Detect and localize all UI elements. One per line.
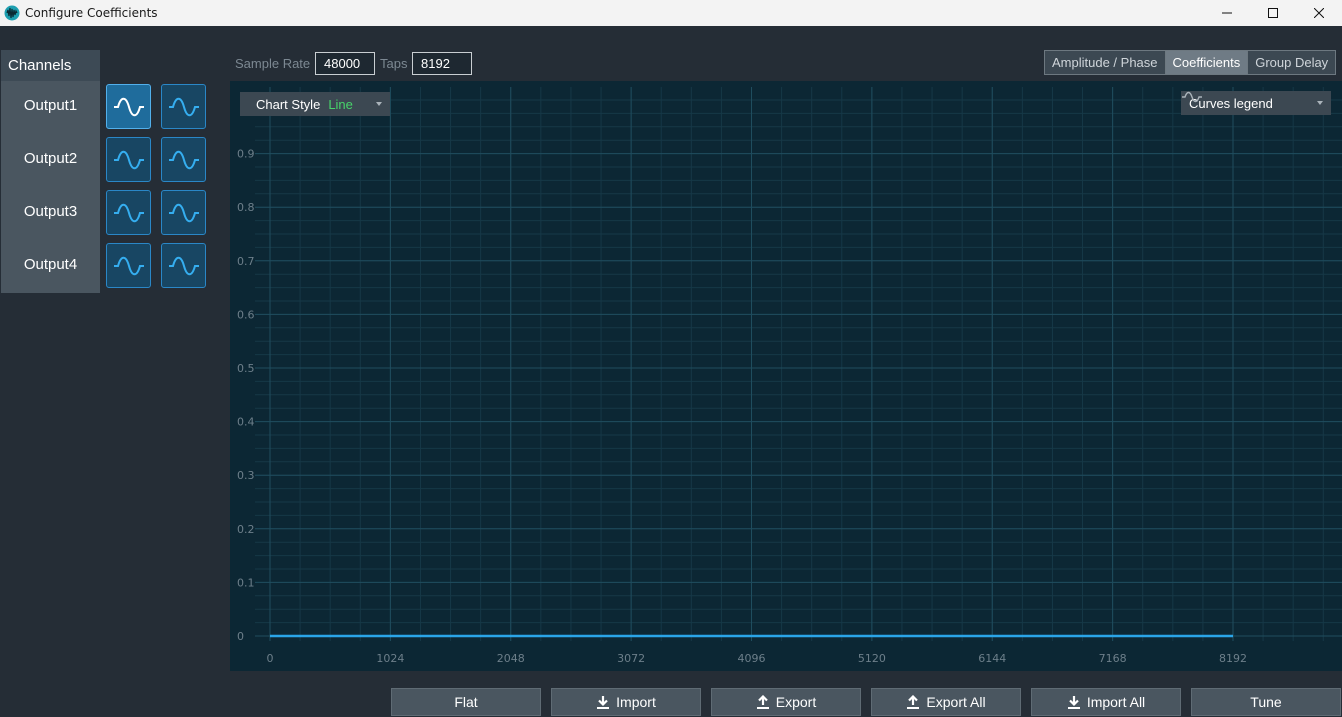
- chart-style-dropdown[interactable]: Chart Style Line: [240, 92, 390, 116]
- download-arrow-icon: [1067, 696, 1080, 709]
- y-tick-label: 0.4: [237, 416, 255, 429]
- chart-style-label: Chart Style: [256, 96, 321, 112]
- x-tick-label: 3072: [617, 652, 645, 665]
- flat-button[interactable]: Flat: [391, 688, 541, 716]
- y-tick-label: 0.7: [237, 255, 255, 268]
- sine-wave-icon: [113, 256, 144, 275]
- sample-rate-label: Sample Rate: [235, 56, 311, 71]
- taps-field[interactable]: 8192: [412, 52, 472, 75]
- y-tick-label: 0.6: [237, 308, 255, 321]
- wave-legend-icon: [1182, 91, 1202, 103]
- tune-button[interactable]: Tune: [1191, 688, 1341, 716]
- y-tick-label: 0: [237, 630, 244, 643]
- maximize-icon: [1268, 8, 1278, 18]
- window-title: Configure Coefficients: [25, 6, 158, 20]
- channels-list: Output1 Output2 Output3 Output4: [1, 81, 100, 293]
- import-button[interactable]: Import: [551, 688, 701, 716]
- chevron-down-icon: [1317, 101, 1323, 105]
- sine-wave-icon: [113, 203, 144, 222]
- channels-header: Channels: [1, 50, 100, 81]
- sample-rate-field[interactable]: 48000: [315, 52, 375, 75]
- upload-arrow-icon: [907, 695, 920, 709]
- y-tick-label: 0.1: [237, 576, 255, 589]
- export-all-button-label: Export All: [926, 694, 986, 710]
- waveform-app-icon: [4, 5, 20, 21]
- output1-curve-a-toggle[interactable]: [106, 84, 151, 129]
- import-all-button[interactable]: Import All: [1031, 688, 1181, 716]
- export-all-button[interactable]: Export All: [871, 688, 1021, 716]
- sine-wave-icon: [168, 150, 199, 169]
- minimize-icon: [1222, 12, 1232, 14]
- x-tick-label: 2048: [497, 652, 525, 665]
- tab-amplitude-phase[interactable]: Amplitude / Phase: [1045, 51, 1166, 74]
- tab-coefficients[interactable]: Coefficients: [1165, 51, 1249, 74]
- export-button-label: Export: [775, 694, 817, 710]
- tune-button-label: Tune: [1250, 694, 1282, 710]
- output4-curve-a-toggle[interactable]: [106, 243, 151, 288]
- sine-wave-icon: [113, 150, 144, 169]
- title-bar: Configure Coefficients: [0, 0, 1342, 26]
- output3-curve-a-toggle[interactable]: [106, 190, 151, 235]
- chevron-down-icon: [376, 102, 382, 106]
- tab-group-delay[interactable]: Group Delay: [1248, 51, 1336, 74]
- import-all-button-label: Import All: [1086, 694, 1146, 710]
- output2-curve-b-toggle[interactable]: [161, 137, 206, 182]
- view-tabs: Amplitude / Phase Coefficients Group Del…: [1044, 50, 1337, 75]
- download-arrow-icon: [597, 696, 610, 709]
- import-button-label: Import: [616, 694, 656, 710]
- x-tick-label: 8192: [1219, 652, 1247, 665]
- channel-label-output2[interactable]: Output2: [1, 149, 100, 169]
- sine-wave-icon: [168, 97, 199, 116]
- maximize-button[interactable]: [1250, 0, 1296, 26]
- channel-label-output3[interactable]: Output3: [1, 202, 100, 222]
- y-tick-label: 0.2: [237, 523, 255, 536]
- channel-label-output4[interactable]: Output4: [1, 255, 100, 275]
- sine-wave-icon: [168, 256, 199, 275]
- minimize-button[interactable]: [1204, 0, 1250, 26]
- y-tick-label: 0.3: [237, 469, 255, 482]
- output2-curve-a-toggle[interactable]: [106, 137, 151, 182]
- upload-arrow-icon: [756, 695, 769, 709]
- output4-curve-b-toggle[interactable]: [161, 243, 206, 288]
- coefficients-chart[interactable]: 0 0.1 0.2 0.3 0.4 0.5 0.6 0.7 0.8 0.9 0 1024 2048 307…: [230, 81, 1342, 671]
- channel-label-output1[interactable]: Output1: [1, 96, 100, 116]
- x-tick-label: 1024: [376, 652, 404, 665]
- x-tick-label: 6144: [978, 652, 1006, 665]
- chart-style-value: Line: [328, 96, 353, 112]
- output3-curve-b-toggle[interactable]: [161, 190, 206, 235]
- sine-wave-icon: [168, 203, 199, 222]
- close-button[interactable]: [1296, 0, 1342, 26]
- output1-curve-b-toggle[interactable]: [161, 84, 206, 129]
- close-icon: [1314, 8, 1324, 18]
- taps-label: Taps: [380, 56, 408, 71]
- y-tick-label: 0.5: [237, 362, 255, 375]
- sine-wave-icon: [113, 97, 144, 116]
- flat-button-label: Flat: [454, 694, 478, 710]
- x-tick-label: 0: [267, 652, 274, 665]
- x-tick-label: 7168: [1099, 652, 1127, 665]
- export-button[interactable]: Export: [711, 688, 861, 716]
- x-tick-label: 4096: [738, 652, 766, 665]
- curves-legend-dropdown[interactable]: Curves legend: [1181, 91, 1331, 115]
- y-tick-label: 0.9: [237, 148, 255, 161]
- chart-plot: 0 0.1 0.2 0.3 0.4 0.5 0.6 0.7 0.8 0.9 0 1024 2048 307…: [237, 87, 1342, 665]
- x-tick-label: 5120: [858, 652, 886, 665]
- y-tick-label: 0.8: [237, 201, 255, 214]
